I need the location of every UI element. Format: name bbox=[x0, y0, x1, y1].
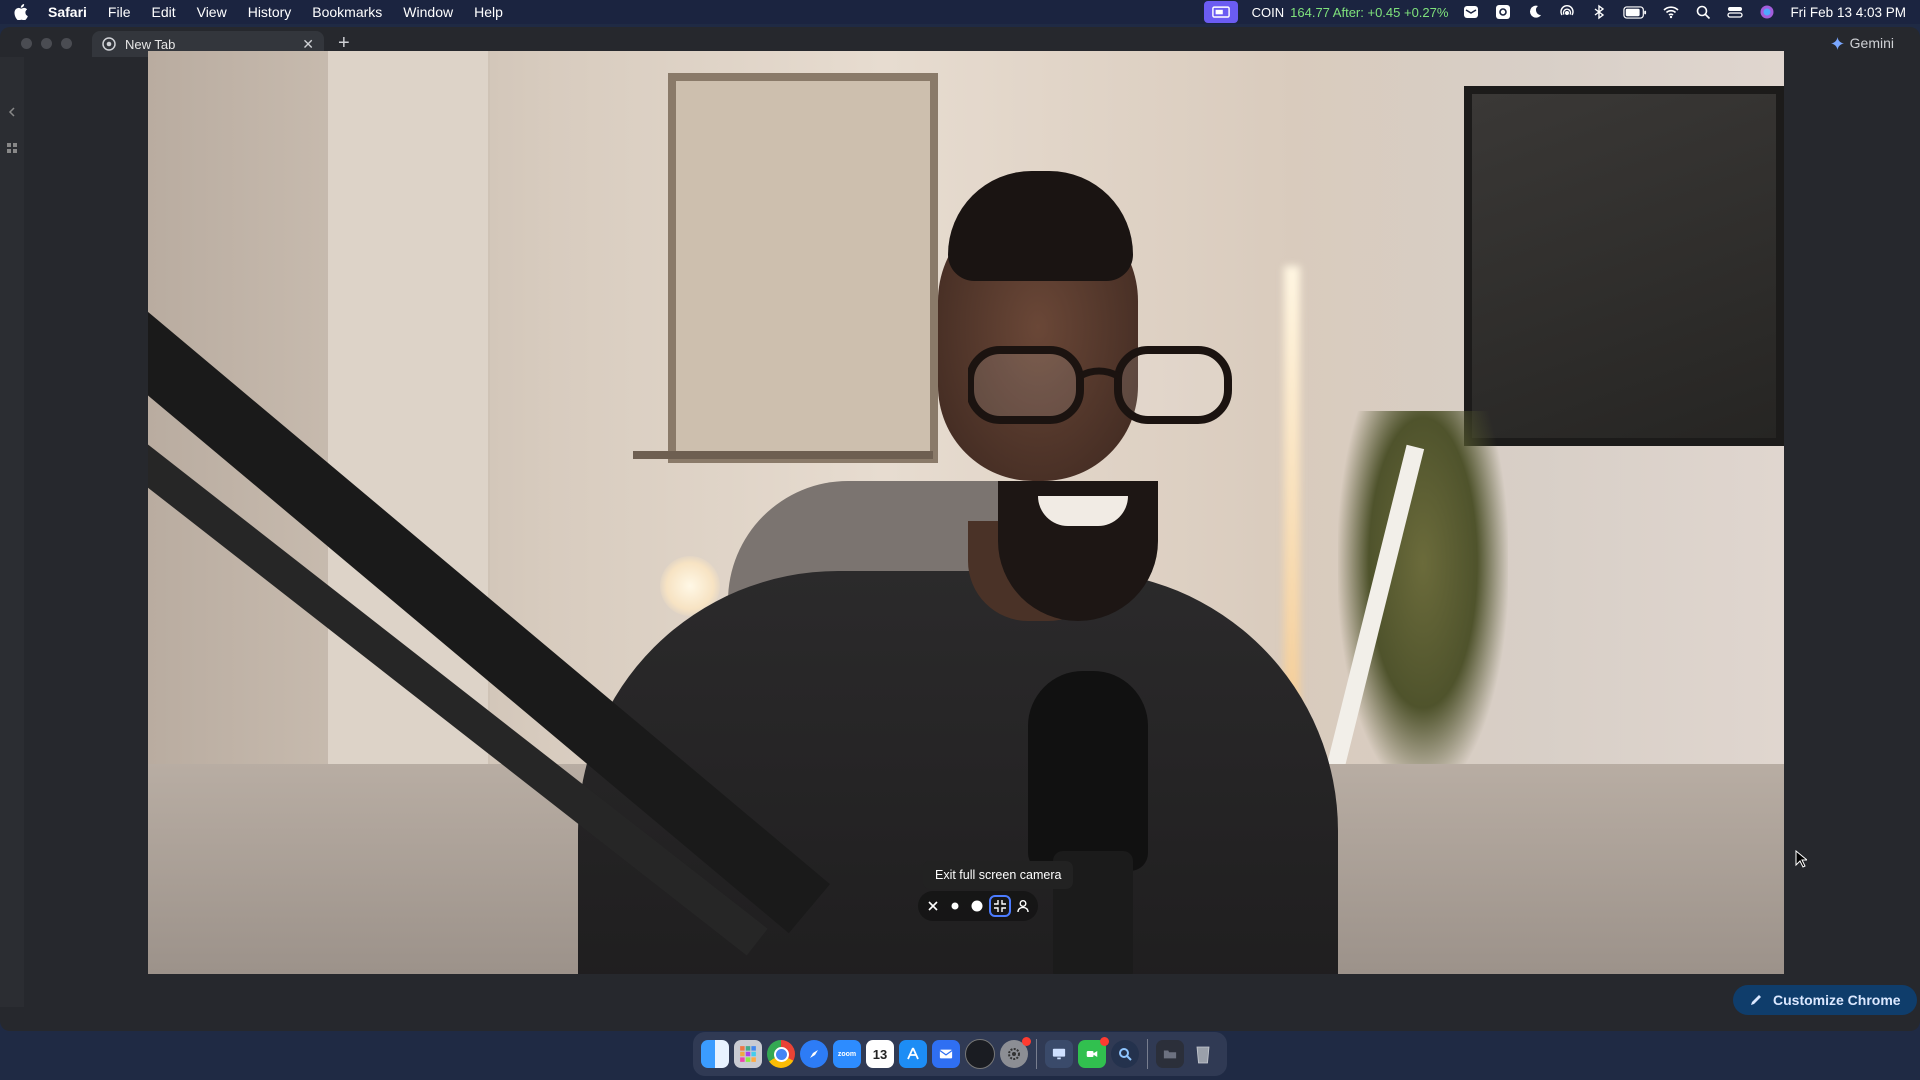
siri-icon[interactable] bbox=[1758, 4, 1776, 20]
moon-icon[interactable] bbox=[1526, 4, 1544, 20]
person-icon bbox=[1017, 900, 1029, 913]
gear-icon bbox=[1008, 1048, 1020, 1060]
bluetooth-icon[interactable] bbox=[1590, 4, 1608, 20]
dock-facetime-icon[interactable] bbox=[1078, 1037, 1109, 1068]
ticker-symbol: COIN bbox=[1251, 4, 1285, 20]
camera-size-large-button[interactable] bbox=[967, 896, 987, 916]
menu-file[interactable]: File bbox=[108, 4, 131, 20]
dock-zoom-icon[interactable]: zoom bbox=[833, 1040, 861, 1068]
notification-badge bbox=[1022, 1037, 1031, 1046]
dock-launchpad-icon[interactable] bbox=[734, 1040, 762, 1068]
camera-video: Exit full screen camera bbox=[148, 51, 1784, 974]
small-dot-icon bbox=[951, 902, 959, 910]
customize-chrome-label: Customize Chrome bbox=[1773, 992, 1901, 1008]
mouse-cursor-icon bbox=[1795, 850, 1807, 868]
exit-fullscreen-camera-button[interactable] bbox=[989, 895, 1011, 917]
menu-window[interactable]: Window bbox=[403, 4, 453, 20]
stock-ticker[interactable]: COIN 164.77 After: +0.45 +0.27% bbox=[1252, 5, 1449, 20]
dock-settings-icon[interactable] bbox=[1000, 1037, 1031, 1068]
gear-icon[interactable] bbox=[1494, 4, 1512, 20]
gemini-button[interactable]: Gemini bbox=[1821, 31, 1904, 55]
chrome-favicon-icon bbox=[102, 37, 116, 51]
pencil-icon bbox=[1751, 995, 1761, 1005]
dock-screen-studio-icon[interactable] bbox=[965, 1039, 995, 1069]
minimize-window-button[interactable] bbox=[41, 38, 52, 49]
scene-plant bbox=[1338, 411, 1508, 791]
control-center-icon[interactable] bbox=[1726, 4, 1744, 20]
gemini-sparkle-icon bbox=[1830, 36, 1844, 50]
apple-icon[interactable] bbox=[14, 4, 28, 20]
clock[interactable]: Fri Feb 13 4:03 PM bbox=[1790, 5, 1906, 20]
large-dot-icon bbox=[971, 900, 983, 912]
scene-shelf bbox=[633, 451, 933, 459]
envelope-icon bbox=[939, 1049, 953, 1059]
side-panel-strip bbox=[0, 57, 24, 1007]
apps-grid-icon[interactable] bbox=[7, 143, 17, 153]
dock-finder-icon[interactable] bbox=[701, 1040, 729, 1068]
wifi-icon[interactable] bbox=[1662, 4, 1680, 20]
camera-controls bbox=[918, 891, 1038, 921]
notification-badge bbox=[1100, 1037, 1109, 1046]
person-hair bbox=[948, 171, 1133, 281]
magnifier-icon bbox=[1119, 1048, 1132, 1061]
app-store-a-icon bbox=[907, 1047, 919, 1060]
tab-title: New Tab bbox=[125, 36, 176, 52]
camera-tooltip: Exit full screen camera bbox=[923, 861, 1074, 889]
camera-size-small-button[interactable] bbox=[945, 896, 965, 916]
screen-share-icon[interactable] bbox=[1203, 1, 1238, 23]
mail-icon[interactable] bbox=[1462, 4, 1480, 20]
compass-icon bbox=[810, 1050, 818, 1058]
trash-icon bbox=[1196, 1046, 1210, 1064]
battery-icon[interactable] bbox=[1622, 4, 1648, 20]
dock-proxyman-icon[interactable] bbox=[1111, 1040, 1139, 1068]
browser-window: New Tab ✕ + Gemini Exit full screen came… bbox=[0, 27, 1920, 1031]
dock-mail-icon[interactable] bbox=[932, 1040, 960, 1068]
menu-app-name[interactable]: Safari bbox=[48, 4, 87, 20]
person-glasses bbox=[968, 346, 1232, 424]
menu-history[interactable]: History bbox=[248, 4, 292, 20]
grid-icon bbox=[740, 1046, 756, 1062]
folder-icon bbox=[1163, 1050, 1177, 1059]
dock-separator bbox=[1036, 1039, 1037, 1069]
dock-trash-icon[interactable] bbox=[1189, 1040, 1217, 1068]
menu-bookmarks[interactable]: Bookmarks bbox=[312, 4, 382, 20]
gemini-label: Gemini bbox=[1849, 35, 1894, 51]
dock-calendar-icon[interactable]: 13 bbox=[866, 1040, 894, 1068]
video-camera-icon bbox=[1086, 1051, 1098, 1057]
scene-tv bbox=[1464, 86, 1784, 446]
menu-help[interactable]: Help bbox=[474, 4, 503, 20]
menu-edit[interactable]: Edit bbox=[151, 4, 175, 20]
scene-wall-art bbox=[668, 73, 938, 463]
monitor-icon bbox=[1052, 1048, 1066, 1060]
menu-bar: Safari File Edit View History Bookmarks … bbox=[0, 0, 1920, 24]
dock-safari-icon[interactable] bbox=[800, 1040, 828, 1068]
close-window-button[interactable] bbox=[21, 38, 32, 49]
dock-other-icon[interactable] bbox=[1156, 1040, 1184, 1068]
dock-app-store-icon[interactable] bbox=[899, 1040, 927, 1068]
tab-close-icon[interactable]: ✕ bbox=[302, 36, 314, 53]
menu-view[interactable]: View bbox=[197, 4, 227, 20]
camera-close-button[interactable] bbox=[923, 896, 943, 916]
airdrop-icon[interactable] bbox=[1558, 4, 1576, 20]
microphone bbox=[1028, 671, 1148, 871]
search-icon[interactable] bbox=[1694, 4, 1712, 20]
camera-person-button[interactable] bbox=[1013, 896, 1033, 916]
customize-chrome-button[interactable]: Customize Chrome bbox=[1733, 985, 1917, 1015]
dock: zoom 13 bbox=[693, 1032, 1227, 1076]
exit-fullscreen-icon bbox=[994, 900, 1006, 912]
back-arrow-icon[interactable] bbox=[7, 107, 17, 117]
zoom-window-button[interactable] bbox=[61, 38, 72, 49]
ticker-value: 164.77 After: +0.45 +0.27% bbox=[1290, 4, 1449, 20]
dock-chrome-icon[interactable] bbox=[767, 1040, 795, 1068]
calendar-day: 13 bbox=[872, 1046, 888, 1062]
dock-separator bbox=[1147, 1039, 1148, 1069]
close-icon bbox=[928, 901, 938, 911]
dock-display-icon[interactable] bbox=[1045, 1040, 1073, 1068]
